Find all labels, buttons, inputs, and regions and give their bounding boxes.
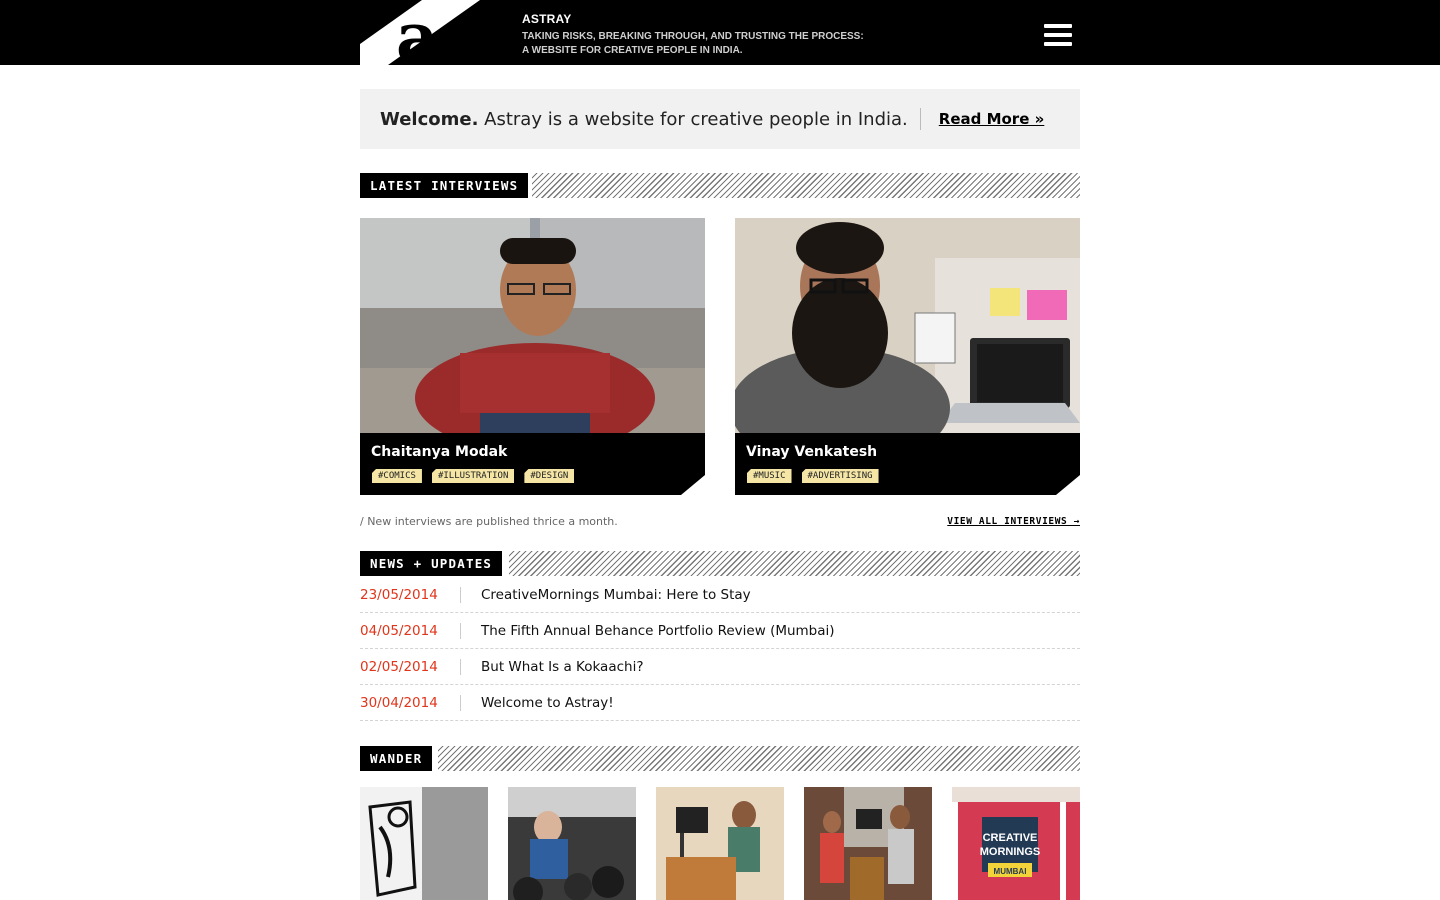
news-date: 02/05/2014 <box>360 658 438 675</box>
news-divider <box>460 622 461 639</box>
wander-header: WANDER <box>360 746 1080 771</box>
wander-thumbnail[interactable] <box>360 787 488 900</box>
news-divider <box>460 658 461 675</box>
wander-thumbnail[interactable] <box>804 787 932 900</box>
welcome-body: Astray is a website for creative people … <box>478 108 908 130</box>
top-bar: a ASTRAY TAKING RISKS, BREAKING THROUGH,… <box>0 0 1440 65</box>
section-stripes <box>532 173 1080 198</box>
interviews-note: / New interviews are published thrice a … <box>360 515 618 528</box>
news-date: 30/04/2014 <box>360 694 438 711</box>
news-divider <box>460 586 461 603</box>
interview-card[interactable]: Vinay Venkatesh #MUSIC #ADVERTISING <box>735 218 1080 495</box>
interview-photo <box>360 218 705 433</box>
svg-text:MORNINGS: MORNINGS <box>980 846 1041 858</box>
tag-music[interactable]: #MUSIC <box>747 469 792 483</box>
section-title: WANDER <box>360 746 433 771</box>
tagline-line-2: A WEBSITE FOR CREATIVE PEOPLE IN INDIA. <box>522 45 743 56</box>
interviewee-name: Chaitanya Modak <box>371 444 508 460</box>
section-title: LATEST INTERVIEWS <box>360 173 529 198</box>
tag-illustration[interactable]: #ILLUSTRATION <box>431 469 515 483</box>
tag-advertising[interactable]: #ADVERTISING <box>801 469 879 483</box>
welcome-divider <box>919 108 921 130</box>
card-corner <box>681 475 705 495</box>
news-title[interactable]: CreativeMornings Mumbai: Here to Stay <box>481 587 751 603</box>
tag-design[interactable]: #DESIGN <box>524 469 575 483</box>
news-title[interactable]: But What Is a Kokaachi? <box>481 659 644 675</box>
section-title: NEWS + UPDATES <box>360 551 503 576</box>
welcome-text: Welcome. Astray is a website for creativ… <box>380 109 908 130</box>
tagline-line-1: TAKING RISKS, BREAKING THROUGH, AND TRUS… <box>522 31 864 42</box>
svg-text:MUMBAI: MUMBAI <box>994 867 1027 876</box>
svg-text:CREATIVE: CREATIVE <box>983 832 1038 844</box>
interviewee-name: Vinay Venkatesh <box>746 444 878 460</box>
latest-interviews-header: LATEST INTERVIEWS <box>360 173 1080 198</box>
news-date: 04/05/2014 <box>360 622 438 639</box>
view-all-interviews-link[interactable]: VIEW ALL INTERVIEWS → <box>947 516 1080 527</box>
news-item[interactable]: 30/04/2014 Welcome to Astray! <box>360 685 1080 721</box>
news-title[interactable]: Welcome to Astray! <box>481 695 614 711</box>
wander-thumbnail[interactable] <box>508 787 636 900</box>
site-logo[interactable]: a <box>360 0 520 65</box>
news-updates-header: NEWS + UPDATES <box>360 551 1080 576</box>
news-list: 23/05/2014 CreativeMornings Mumbai: Here… <box>360 577 1080 721</box>
section-stripes <box>438 746 1080 771</box>
wander-thumbnail[interactable] <box>656 787 784 900</box>
tag-comics[interactable]: #COMICS <box>372 469 422 483</box>
welcome-banner: Welcome. Astray is a website for creativ… <box>360 89 1080 149</box>
svg-text:a: a <box>396 0 439 65</box>
tag-list: #MUSIC #ADVERTISING <box>747 469 879 483</box>
card-corner <box>1056 475 1080 495</box>
section-stripes <box>509 551 1080 576</box>
news-item[interactable]: 02/05/2014 But What Is a Kokaachi? <box>360 649 1080 685</box>
news-item[interactable]: 04/05/2014 The Fifth Annual Behance Port… <box>360 613 1080 649</box>
logo-mark: a <box>360 0 520 65</box>
read-more-link[interactable]: Read More » <box>939 110 1045 128</box>
interview-card[interactable]: Chaitanya Modak #COMICS #ILLUSTRATION #D… <box>360 218 705 495</box>
hamburger-menu-icon[interactable] <box>1044 24 1072 46</box>
interview-photo <box>735 218 1080 433</box>
news-item[interactable]: 23/05/2014 CreativeMornings Mumbai: Here… <box>360 577 1080 613</box>
news-divider <box>460 694 461 711</box>
news-title[interactable]: The Fifth Annual Behance Portfolio Revie… <box>481 623 835 639</box>
site-tagline: ASTRAY TAKING RISKS, BREAKING THROUGH, A… <box>522 12 864 58</box>
news-date: 23/05/2014 <box>360 586 438 603</box>
welcome-bold: Welcome. <box>380 108 479 130</box>
tag-list: #COMICS #ILLUSTRATION #DESIGN <box>372 469 575 483</box>
wander-thumbnail[interactable]: CREATIVE MORNINGS MUMBAI <box>952 787 1080 900</box>
site-name: ASTRAY <box>522 12 572 26</box>
